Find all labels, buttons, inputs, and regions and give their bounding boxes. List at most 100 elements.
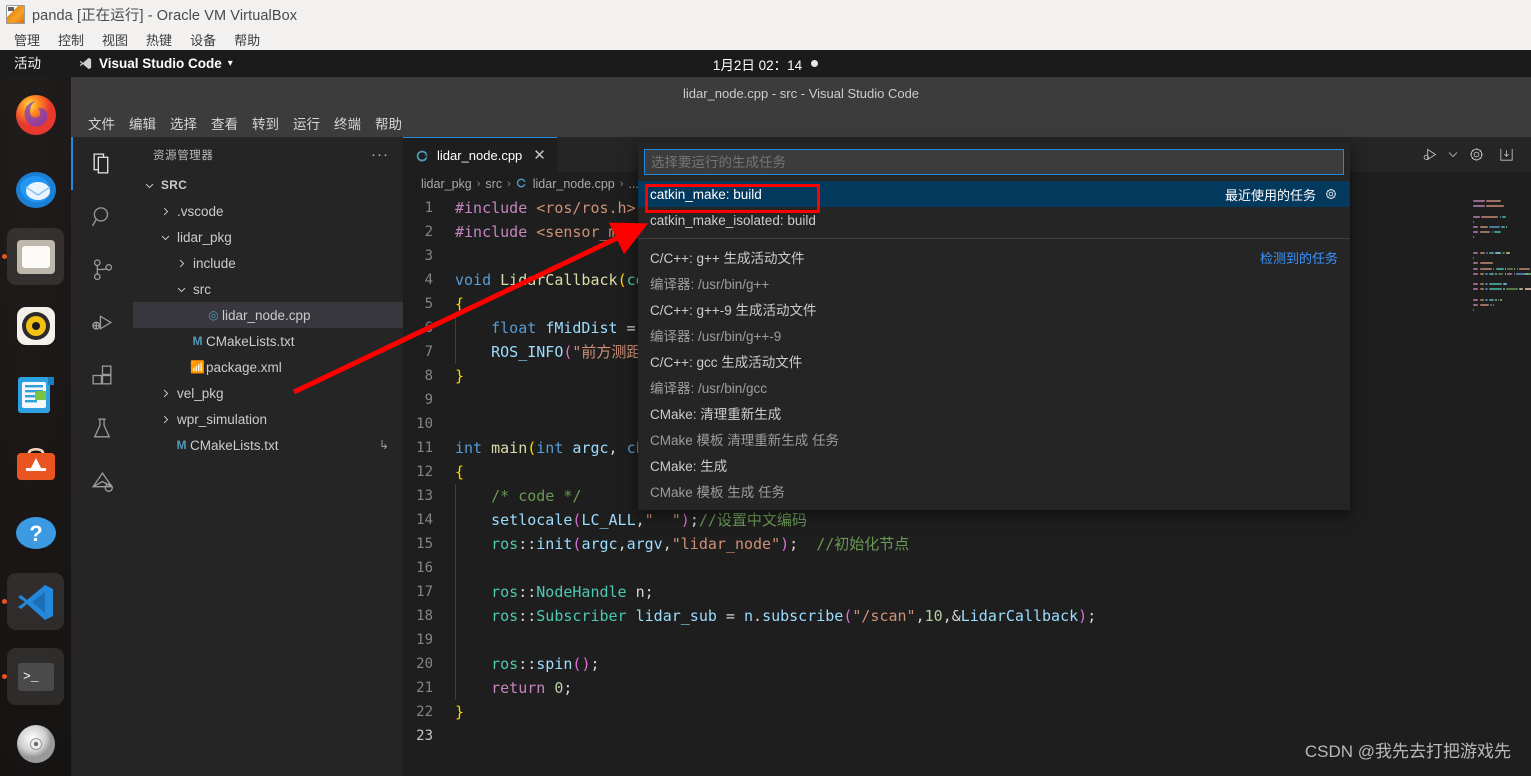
file-tree-item[interactable]: SRC — [133, 172, 403, 198]
quick-pick-item[interactable]: catkin_make_isolated: build — [638, 207, 1350, 233]
activity-bar-item-ros[interactable] — [71, 455, 133, 508]
quick-pick-item[interactable]: CMake 模板 清理重新生成 任务 — [638, 426, 1350, 452]
twisty-none-icon[interactable] — [189, 307, 205, 323]
breadcrumb-item-0[interactable]: lidar_pkg — [421, 177, 472, 191]
twisty-right-icon[interactable] — [173, 255, 189, 271]
dock-item-firefox[interactable] — [7, 86, 64, 143]
dock-item-help[interactable]: ? — [7, 504, 64, 561]
activity-bar-item-explorer[interactable] — [71, 137, 133, 190]
code-line: 21 return 0; — [403, 676, 1531, 700]
vscode-menu-item-3[interactable]: 查看 — [204, 113, 245, 133]
twisty-down-icon[interactable] — [141, 177, 157, 193]
twisty-none-icon[interactable] — [173, 333, 189, 349]
twisty-none-icon[interactable] — [173, 359, 189, 375]
notification-dot-icon — [811, 60, 819, 67]
quick-pick-item[interactable]: 编译器: /usr/bin/gcc — [638, 374, 1350, 400]
breadcrumb-item-1[interactable]: src — [485, 177, 502, 191]
activities-button[interactable]: 活动 — [14, 50, 41, 77]
quick-pick-item[interactable]: catkin_make: build 最近使用的任务 — [638, 181, 1350, 207]
twisty-down-icon[interactable] — [157, 229, 173, 245]
vbox-menu-item-2[interactable]: 视图 — [93, 30, 137, 49]
dock-item-libreoffice-writer[interactable] — [7, 366, 64, 423]
dock-item-files[interactable] — [7, 228, 64, 285]
twisty-down-icon[interactable] — [173, 281, 189, 297]
quick-pick-item[interactable]: CMake 模板 生成 任务 — [638, 478, 1350, 504]
vbox-menu-item-5[interactable]: 帮助 — [225, 30, 269, 49]
file-tree-item[interactable]: M CMakeLists.txt — [133, 328, 403, 354]
activity-bar-item-testing[interactable] — [71, 402, 133, 455]
chevron-down-icon[interactable] — [1445, 140, 1461, 170]
twisty-right-icon[interactable] — [157, 411, 173, 427]
file-tree-item[interactable]: src — [133, 276, 403, 302]
file-tree-item[interactable]: wpr_simulation — [133, 406, 403, 432]
minimap-line — [1473, 272, 1479, 275]
quick-pick-label: C/C++: g++ 生成活动文件 — [650, 251, 805, 266]
vbox-menu-item-1[interactable]: 控制 — [49, 30, 93, 49]
vscode-menu-item-2[interactable]: 选择 — [163, 113, 204, 133]
quick-pick-label: CMake: 清理重新生成 — [650, 407, 782, 422]
gnome-app-menu[interactable]: Visual Studio Code ▾ — [78, 50, 233, 77]
code-token: ros — [491, 535, 519, 553]
run-or-debug-icon[interactable] — [1415, 140, 1445, 170]
minimap[interactable] — [1467, 196, 1531, 776]
quick-pick-item[interactable]: C/C++: g++ 生成活动文件 检测到的任务 — [638, 244, 1350, 270]
file-tree-item[interactable]: vel_pkg — [133, 380, 403, 406]
thunderbird-icon — [15, 171, 56, 208]
more-actions-icon[interactable]: ··· — [371, 147, 389, 162]
vscode-menubar[interactable]: 文件 编辑 选择 查看 转到 运行 终端 帮助 — [71, 109, 1531, 137]
vscode-menu-item-6[interactable]: 终端 — [327, 113, 368, 133]
minimap-line — [1492, 267, 1495, 270]
dock-item-thunderbird[interactable] — [7, 160, 64, 217]
quick-pick-item[interactable]: 编译器: /usr/bin/g++ — [638, 270, 1350, 296]
dock-item-rhythmbox[interactable] — [7, 297, 64, 354]
file-tree-item[interactable]: M CMakeLists.txt ↳ — [133, 432, 403, 458]
quick-pick-meta-label: 检测到的任务 — [1259, 250, 1338, 266]
vscode-menu-item-4[interactable]: 转到 — [245, 113, 286, 133]
dock-item-terminal[interactable]: >_ — [7, 648, 64, 705]
dock-item-disc[interactable] — [7, 715, 64, 772]
virtualbox-menubar[interactable]: 管理 控制 视图 热键 设备 帮助 — [0, 28, 1531, 50]
minimap-line — [1473, 283, 1479, 286]
breadcrumb-item-2[interactable]: lidar_node.cpp — [533, 177, 615, 191]
split-editor-icon[interactable] — [1491, 140, 1521, 170]
vbox-menu-item-4[interactable]: 设备 — [181, 30, 225, 49]
help-icon: ? — [15, 516, 56, 549]
twisty-none-icon[interactable] — [157, 437, 173, 453]
code-token: , — [662, 535, 672, 553]
vbox-menu-item-0[interactable]: 管理 — [5, 30, 49, 49]
quick-pick-item[interactable]: C/C++: g++-9 生成活动文件 — [638, 296, 1350, 322]
activity-bar-item-source-control[interactable] — [71, 243, 133, 296]
quick-pick-item[interactable]: CMake: 清理重新生成 — [638, 400, 1350, 426]
code-line: 22} — [403, 700, 1531, 724]
gear-icon[interactable] — [1461, 140, 1491, 170]
activity-bar-item-extensions[interactable] — [71, 349, 133, 402]
twisty-right-icon[interactable] — [157, 203, 173, 219]
quick-pick-input[interactable] — [644, 149, 1344, 175]
vscode-menu-item-1[interactable]: 编辑 — [122, 113, 163, 133]
quick-pick-item[interactable]: CMake: 生成 — [638, 452, 1350, 478]
gear-icon[interactable] — [1324, 187, 1338, 201]
file-tree-item[interactable]: lidar_pkg — [133, 224, 403, 250]
activity-bar-item-run-debug[interactable] — [71, 296, 133, 349]
quick-pick-item[interactable]: 编译器: /usr/bin/g++-9 — [638, 322, 1350, 348]
file-tree-item[interactable]: 📶 package.xml — [133, 354, 403, 380]
vbox-menu-item-3[interactable]: 热键 — [137, 30, 181, 49]
code-token: "lidar_node" — [671, 535, 781, 553]
quick-pick-item[interactable]: C/C++: gcc 生成活动文件 — [638, 348, 1350, 374]
vscode-menu-item-7[interactable]: 帮助 — [368, 113, 409, 133]
editor-tab-lidar-node-cpp[interactable]: + lidar_node.cpp ✕ — [403, 137, 557, 173]
file-tree-item[interactable]: ◎ lidar_node.cpp — [133, 302, 403, 328]
close-icon[interactable]: ✕ — [533, 148, 546, 163]
activity-bar-item-search[interactable] — [71, 190, 133, 243]
vscode-icon — [17, 584, 53, 620]
file-tree-label: wpr_simulation — [177, 411, 268, 427]
dock-item-vscode[interactable] — [7, 573, 64, 630]
vscode-menu-item-0[interactable]: 文件 — [81, 113, 122, 133]
dock-item-ubuntu-software[interactable] — [7, 435, 64, 492]
indent-guide — [455, 508, 456, 532]
twisty-right-icon[interactable] — [157, 385, 173, 401]
vscode-menu-item-5[interactable]: 运行 — [286, 113, 327, 133]
virtualbox-icon — [6, 4, 25, 24]
file-tree-item[interactable]: include — [133, 250, 403, 276]
file-tree-item[interactable]: .vscode — [133, 198, 403, 224]
